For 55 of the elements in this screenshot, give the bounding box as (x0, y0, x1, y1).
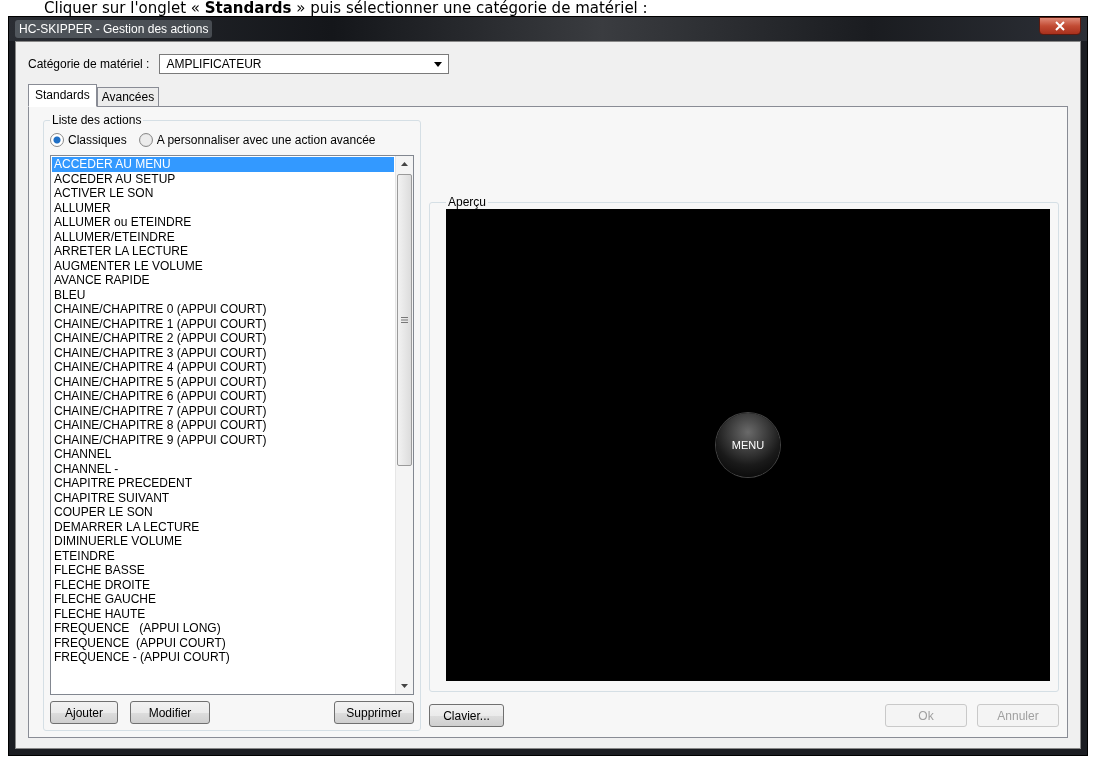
action-button[interactable]: Supprimer (334, 701, 414, 724)
list-item[interactable]: CHAINE/CHAPITRE 4 (APPUI COURT) (52, 360, 394, 375)
category-label: Catégorie de matériel : (28, 57, 150, 71)
action-button[interactable]: Modifier (130, 701, 210, 724)
list-item[interactable]: CHAINE/CHAPITRE 2 (APPUI COURT) (52, 331, 394, 346)
radio-option[interactable]: A personnaliser avec une action avancée (138, 133, 376, 147)
list-item[interactable]: ARRETER LA LECTURE (52, 244, 394, 259)
list-item[interactable]: AUGMENTER LE VOLUME (52, 258, 394, 273)
close-button[interactable] (1039, 17, 1081, 35)
scroll-thumb[interactable] (397, 174, 412, 466)
caret-icon (434, 61, 443, 67)
scrollbar[interactable] (395, 156, 413, 694)
window-title: HC-SKIPPER - Gestion des actions (15, 20, 213, 38)
list-item[interactable]: CHAINE/CHAPITRE 9 (APPUI COURT) (52, 432, 394, 447)
document-caption: Cliquer sur l'onglet « Standards » puis sélectionner une catégorie de matériel : (43, 0, 649, 16)
list-item[interactable]: CHAPITRE PRECEDENT (52, 476, 394, 491)
dialog-button[interactable]: Clavier... (429, 704, 504, 727)
category-dropdown[interactable]: AMPLIFICATEUR (159, 54, 450, 74)
list-item[interactable]: ALLUMER ou ETEINDRE (52, 215, 394, 230)
list-item[interactable]: ALLUMER (52, 200, 394, 215)
list-item[interactable]: ACCEDER AU SETUP (52, 171, 394, 186)
action-button[interactable]: Ajouter (50, 701, 118, 724)
grip-icon (401, 317, 408, 323)
list-item[interactable]: CHANNEL - (52, 461, 394, 476)
list-item[interactable]: CHANNEL (52, 447, 394, 462)
list-item[interactable]: CHAINE/CHAPITRE 1 (APPUI COURT) (52, 316, 394, 331)
list-item[interactable]: ACTIVER LE SON (52, 186, 394, 201)
radio-option[interactable]: Classiques (50, 133, 127, 147)
close-icon (1055, 21, 1065, 31)
list-item[interactable]: CHAINE/CHAPITRE 6 (APPUI COURT) (52, 389, 394, 404)
remote-button[interactable]: MENU (716, 413, 780, 477)
list-item[interactable]: CHAPITRE SUIVANT (52, 490, 394, 505)
group-title: Aperçu (447, 195, 488, 209)
list-item[interactable]: CHAINE/CHAPITRE 8 (APPUI COURT) (52, 418, 394, 433)
list-item[interactable]: BLEU (52, 287, 394, 302)
list-item[interactable]: CHAINE/CHAPITRE 0 (APPUI COURT) (52, 302, 394, 317)
list-item[interactable]: FLECHE DROITE (52, 577, 394, 592)
list-item[interactable]: CHAINE/CHAPITRE 7 (APPUI COURT) (52, 403, 394, 418)
list-item[interactable]: FREQUENCE (APPUI COURT) (52, 635, 394, 650)
list-item[interactable]: FREQUENCE - (APPUI COURT) (52, 650, 394, 665)
list-item[interactable]: FLECHE HAUTE (52, 606, 394, 621)
list-item[interactable]: ALLUMER/ETEINDRE (52, 229, 394, 244)
list-item[interactable]: FLECHE BASSE (52, 563, 394, 578)
list-item[interactable]: COUPER LE SON (52, 505, 394, 520)
group-title: Liste des actions (51, 113, 143, 127)
list-item[interactable]: CHAINE/CHAPITRE 3 (APPUI COURT) (52, 345, 394, 360)
list-item[interactable]: CHAINE/CHAPITRE 5 (APPUI COURT) (52, 374, 394, 389)
tab[interactable]: Avancées (96, 87, 160, 107)
list-item[interactable]: ETEINDRE (52, 548, 394, 563)
list-item[interactable]: AVANCE RAPIDE (52, 273, 394, 288)
list-item[interactable]: DEMARRER LA LECTURE (52, 519, 394, 534)
tab[interactable]: Standards (28, 84, 97, 107)
list-item[interactable]: FREQUENCE (APPUI LONG) (52, 621, 394, 636)
list-item[interactable]: FLECHE GAUCHE (52, 592, 394, 607)
list-item[interactable]: DIMINUERLE VOLUME (52, 534, 394, 549)
